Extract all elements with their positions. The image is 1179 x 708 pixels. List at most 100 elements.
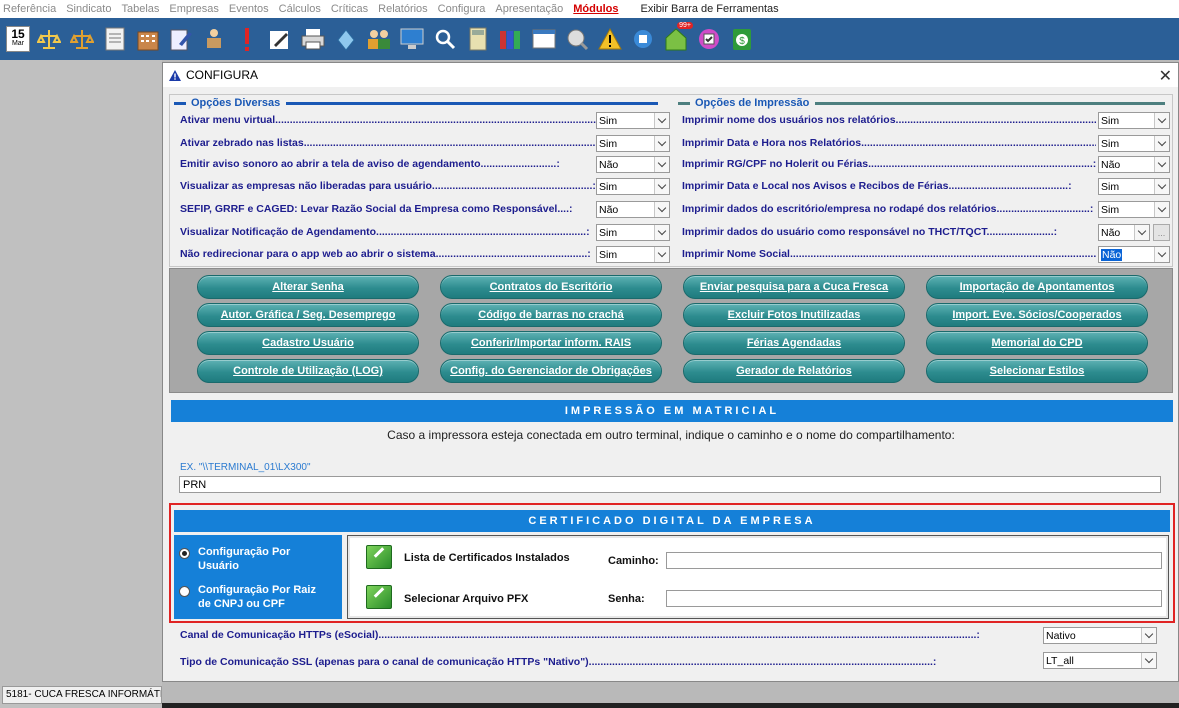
- paint-icon[interactable]: [332, 24, 360, 54]
- caminho-input[interactable]: [666, 552, 1162, 569]
- window-titlebar[interactable]: CONFIGURA ✕: [163, 63, 1178, 87]
- ellipsis-button[interactable]: ...: [1153, 224, 1170, 241]
- option-select[interactable]: Não: [596, 156, 670, 173]
- menu-modulos[interactable]: Módulos: [573, 3, 618, 15]
- chevron-down-icon[interactable]: [1141, 653, 1156, 668]
- chevron-down-icon[interactable]: [1154, 179, 1169, 194]
- chevron-down-icon[interactable]: [1154, 113, 1169, 128]
- option-select[interactable]: Não: [1098, 246, 1170, 263]
- globe-search-icon[interactable]: [563, 24, 591, 54]
- impressora-path-input[interactable]: PRN: [179, 476, 1161, 493]
- menu-empresas[interactable]: Empresas: [169, 3, 219, 15]
- pen-document-icon[interactable]: [167, 24, 195, 54]
- money-icon[interactable]: $: [728, 24, 756, 54]
- books-icon[interactable]: [497, 24, 525, 54]
- menu-exibir-barra[interactable]: Exibir Barra de Ferramentas: [640, 3, 778, 15]
- config-gerenciador-button[interactable]: Config. do Gerenciador de Obrigações: [440, 359, 662, 383]
- option-value: Sim: [1101, 203, 1120, 216]
- building-icon[interactable]: [134, 24, 162, 54]
- excluir-fotos-button[interactable]: Excluir Fotos Inutilizadas: [683, 303, 905, 327]
- user-chair-icon[interactable]: [200, 24, 228, 54]
- canal-comunicacao-select[interactable]: Nativo: [1043, 627, 1157, 644]
- chevron-down-icon[interactable]: [1134, 225, 1149, 240]
- scales-icon[interactable]: [68, 24, 96, 54]
- menu-eventos[interactable]: Eventos: [229, 3, 269, 15]
- close-icon[interactable]: ✕: [1159, 66, 1172, 86]
- tipo-comunicacao-select[interactable]: LT_all: [1043, 652, 1157, 669]
- chevron-down-icon[interactable]: [1154, 247, 1169, 262]
- option-select[interactable]: Não: [596, 201, 670, 218]
- menu-tabelas[interactable]: Tabelas: [121, 3, 159, 15]
- menu-referencia[interactable]: Referência: [3, 3, 56, 15]
- radio-button[interactable]: [179, 548, 190, 559]
- menu-criticas[interactable]: Críticas: [331, 3, 368, 15]
- conferir-rais-button[interactable]: Conferir/Importar inform. RAIS: [440, 331, 662, 355]
- calculator-icon[interactable]: [464, 24, 492, 54]
- chevron-down-icon[interactable]: [654, 179, 669, 194]
- monitor-icon[interactable]: [398, 24, 426, 54]
- gerador-relatorios-button[interactable]: Gerador de Relatórios: [683, 359, 905, 383]
- alterar-senha-button[interactable]: Alterar Senha: [197, 275, 419, 299]
- home-badge-icon[interactable]: 99+: [662, 22, 693, 54]
- chevron-down-icon[interactable]: [1154, 202, 1169, 217]
- chevron-down-icon[interactable]: [654, 225, 669, 240]
- option-select[interactable]: Sim: [596, 246, 670, 263]
- calendar-icon[interactable]: 15 Mar: [6, 26, 30, 52]
- selecionar-pfx-button[interactable]: Selecionar Arquivo PFX: [404, 593, 528, 605]
- browser-icon[interactable]: [530, 24, 558, 54]
- certificate-list-icon[interactable]: [366, 545, 392, 569]
- apps-icon[interactable]: [629, 24, 657, 54]
- option-select[interactable]: Não: [1098, 156, 1170, 173]
- radio-config-usuario[interactable]: Configuração Por Usuário: [179, 545, 318, 573]
- chevron-down-icon[interactable]: [654, 113, 669, 128]
- option-select[interactable]: Sim: [596, 224, 670, 241]
- option-select[interactable]: Sim: [596, 135, 670, 152]
- senha-input[interactable]: [666, 590, 1162, 607]
- chevron-down-icon[interactable]: [654, 247, 669, 262]
- checkbox-icon[interactable]: [695, 24, 723, 54]
- menu-apresentacao[interactable]: Apresentação: [495, 3, 563, 15]
- radio-config-cnpj[interactable]: Configuração Por Raiz de CNPJ ou CPF: [179, 583, 328, 611]
- import-socios-button[interactable]: Import. Eve. Sócios/Cooperados: [926, 303, 1148, 327]
- lista-certificados-button[interactable]: Lista de Certificados Instalados: [404, 552, 570, 564]
- controle-utilizacao-button[interactable]: Controle de Utilização (LOG): [197, 359, 419, 383]
- chevron-down-icon[interactable]: [654, 136, 669, 151]
- menu-relatorios[interactable]: Relatórios: [378, 3, 428, 15]
- codigo-barras-button[interactable]: Código de barras no crachá: [440, 303, 662, 327]
- option-select[interactable]: Sim: [1098, 178, 1170, 195]
- importacao-apontamentos-button[interactable]: Importação de Apontamentos: [926, 275, 1148, 299]
- option-select[interactable]: Sim: [1098, 201, 1170, 218]
- exclamation-icon[interactable]: [233, 24, 261, 54]
- option-select[interactable]: Sim: [596, 112, 670, 129]
- chevron-down-icon[interactable]: [1141, 628, 1156, 643]
- search-icon[interactable]: [431, 24, 459, 54]
- document-icon[interactable]: [101, 24, 129, 54]
- edit-icon[interactable]: [266, 24, 294, 54]
- radio-button[interactable]: [179, 586, 190, 597]
- option-select[interactable]: Sim: [1098, 112, 1170, 129]
- menu-calculos[interactable]: Cálculos: [279, 3, 321, 15]
- cadastro-usuario-button[interactable]: Cadastro Usuário: [197, 331, 419, 355]
- contratos-escritorio-button[interactable]: Contratos do Escritório: [440, 275, 662, 299]
- chevron-down-icon[interactable]: [654, 202, 669, 217]
- menu-configura[interactable]: Configura: [438, 3, 486, 15]
- menu-sindicato[interactable]: Sindicato: [66, 3, 111, 15]
- impressao-header: IMPRESSÃO EM MATRICIAL: [171, 400, 1173, 422]
- ferias-agendadas-button[interactable]: Férias Agendadas: [683, 331, 905, 355]
- option-select[interactable]: Sim: [1098, 135, 1170, 152]
- printer-icon[interactable]: [299, 24, 327, 54]
- enviar-pesquisa-button[interactable]: Enviar pesquisa para a Cuca Fresca: [683, 275, 905, 299]
- autor-grafica-button[interactable]: Autor. Gráfica / Seg. Desemprego: [197, 303, 419, 327]
- pfx-file-icon[interactable]: [366, 585, 392, 609]
- option-value: Sim: [599, 180, 618, 193]
- chevron-down-icon[interactable]: [654, 157, 669, 172]
- scales-icon[interactable]: [35, 24, 63, 54]
- people-icon[interactable]: [365, 24, 393, 54]
- chevron-down-icon[interactable]: [1154, 157, 1169, 172]
- warning-icon[interactable]: [596, 24, 624, 54]
- chevron-down-icon[interactable]: [1154, 136, 1169, 151]
- option-select[interactable]: Não: [1098, 224, 1150, 241]
- selecionar-estilos-button[interactable]: Selecionar Estilos: [926, 359, 1148, 383]
- option-select[interactable]: Sim: [596, 178, 670, 195]
- memorial-cpd-button[interactable]: Memorial do CPD: [926, 331, 1148, 355]
